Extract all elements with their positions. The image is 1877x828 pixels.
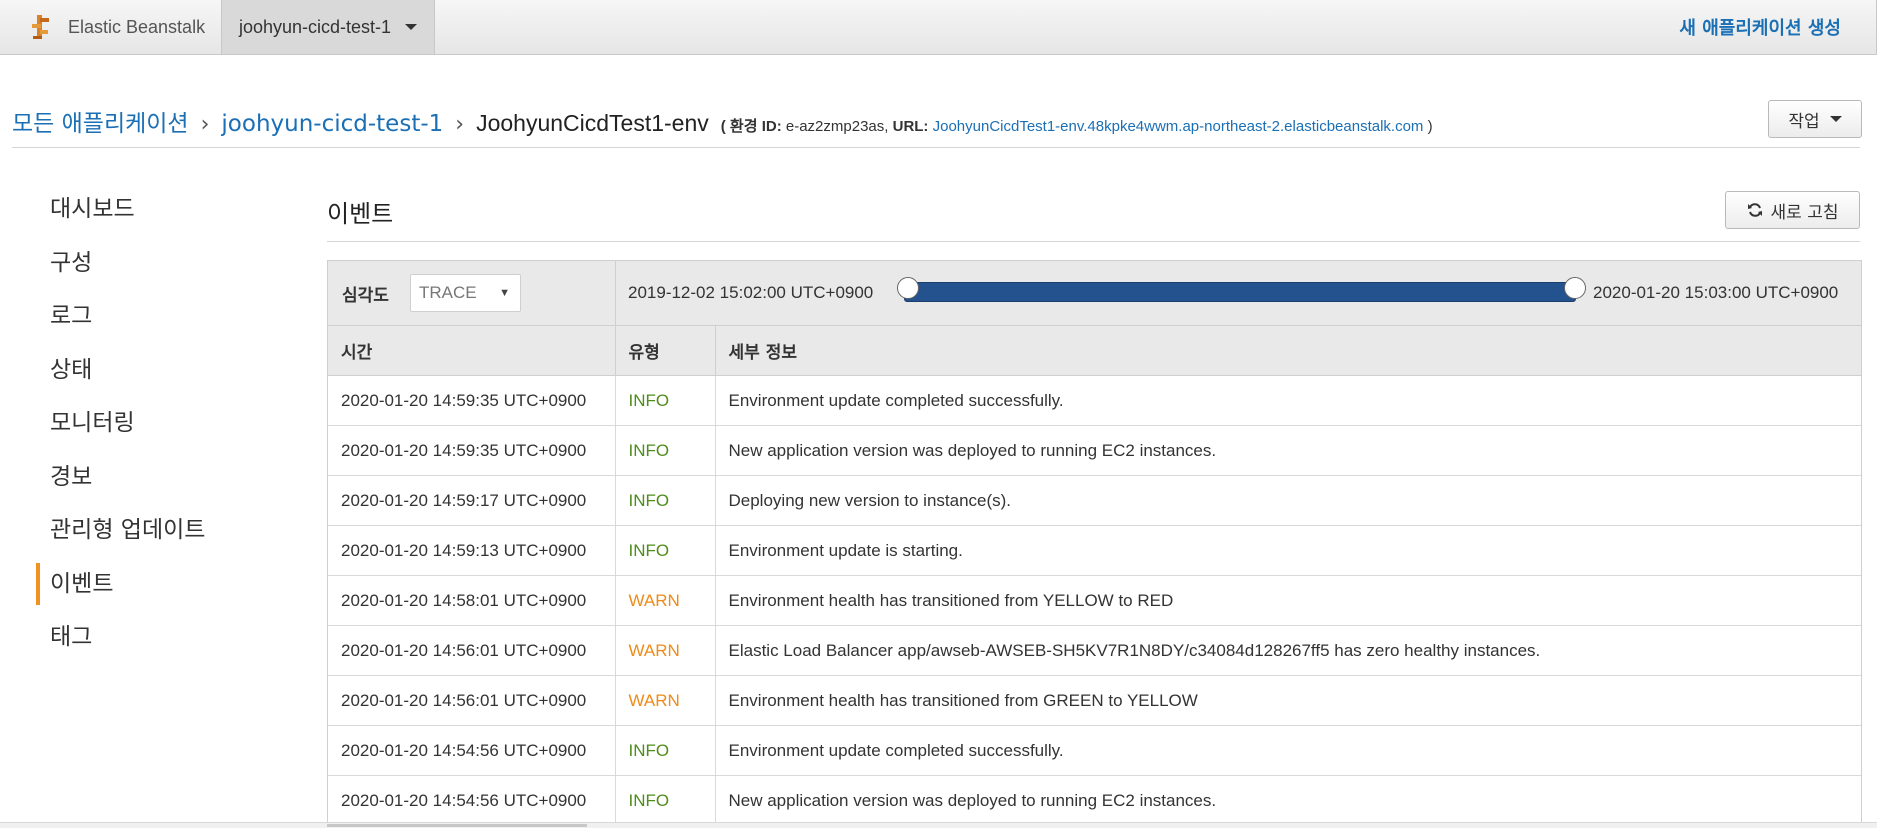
- environment-sidebar: 대시보드 구성 로그 상태 모니터링 경보 관리형 업데이트 이벤트 태그: [36, 188, 296, 670]
- time-range-slider-track[interactable]: [904, 282, 1576, 302]
- event-type: INFO: [615, 375, 716, 426]
- header-divider: [12, 147, 1860, 148]
- brand[interactable]: Elastic Beanstalk: [14, 0, 231, 54]
- table-row: 2020-01-20 14:54:56 UTC+0900 INFO Environm…: [328, 725, 1861, 776]
- events-table-panel: 심각도 TRACE ▼ 2019-12-02 15:02:00 UTC+0900…: [327, 260, 1862, 827]
- dropdown-arrow-icon: ▼: [499, 287, 510, 299]
- section-divider: [327, 241, 1860, 242]
- refresh-icon: [1747, 203, 1762, 217]
- refresh-button-label: 새로 고침: [1770, 202, 1839, 223]
- event-details: Environment update is starting.: [715, 525, 1861, 576]
- sidebar-item-managed-updates[interactable]: 관리형 업데이트: [36, 509, 296, 563]
- breadcrumb-separator: ›: [455, 112, 465, 137]
- events-table-body: 2020-01-20 14:59:35 UTC+0900 INFO Environm…: [328, 375, 1861, 826]
- time-range-end: 2020-01-20 15:03:00 UTC+0900: [1593, 283, 1839, 302]
- application-selector-label: joohyun-cicd-test-1: [238, 16, 392, 37]
- event-time: 2020-01-20 14:56:01 UTC+0900: [328, 625, 616, 676]
- event-details: Environment health has transitioned from…: [715, 675, 1861, 726]
- env-meta-close: ): [1427, 118, 1433, 135]
- sidebar-item-health[interactable]: 상태: [36, 349, 296, 403]
- table-row: 2020-01-20 14:59:35 UTC+0900 INFO Environm…: [328, 375, 1861, 426]
- top-navigation-bar: Elastic Beanstalk joohyun-cicd-test-1 새 …: [0, 0, 1877, 55]
- breadcrumb-environment: JoohyunCicdTest1-env: [476, 110, 709, 136]
- event-time: 2020-01-20 14:59:35 UTC+0900: [328, 425, 616, 476]
- table-row: 2020-01-20 14:59:17 UTC+0900 INFO Deployin…: [328, 475, 1861, 526]
- actions-button-label: 작업: [1788, 111, 1820, 132]
- event-details: Environment health has transitioned from…: [715, 575, 1861, 626]
- url-label: URL:: [892, 118, 929, 135]
- event-time: 2020-01-20 14:56:01 UTC+0900: [328, 675, 616, 726]
- caret-down-icon: [1829, 116, 1842, 122]
- breadcrumb-separator: ›: [200, 112, 210, 137]
- sidebar-item-configuration[interactable]: 구성: [36, 242, 296, 296]
- sidebar-item-monitoring[interactable]: 모니터링: [36, 402, 296, 456]
- event-details: New application version was deployed to …: [715, 775, 1861, 826]
- table-row: 2020-01-20 14:54:56 UTC+0900 INFO New appl…: [328, 775, 1861, 826]
- event-type: WARN: [615, 625, 716, 676]
- event-type: INFO: [615, 475, 716, 526]
- event-details: Elastic Load Balancer app/awseb-AWSEB-SH…: [715, 625, 1861, 676]
- event-time: 2020-01-20 14:58:01 UTC+0900: [328, 575, 616, 626]
- event-type: WARN: [615, 675, 716, 726]
- severity-select-value: TRACE: [419, 283, 477, 302]
- environment-meta: ( 환경 ID: e-az2zmp23as, URL: JoohyunCicdT…: [721, 115, 1433, 136]
- brand-name: Elastic Beanstalk: [68, 16, 206, 37]
- event-details: New application version was deployed to …: [715, 425, 1861, 476]
- event-details: Environment update completed successfull…: [715, 725, 1861, 776]
- column-header-time[interactable]: 시간: [328, 326, 616, 376]
- sidebar-item-events[interactable]: 이벤트: [36, 562, 296, 617]
- breadcrumb: 모든 애플리케이션 › joohyun-cicd-test-1 › Joohyu…: [12, 104, 1433, 138]
- breadcrumb-application[interactable]: joohyun-cicd-test-1: [221, 111, 443, 137]
- severity-label: 심각도: [342, 286, 389, 306]
- horizontal-scrollbar[interactable]: [0, 822, 1877, 828]
- env-id-label: ( 환경 ID:: [720, 118, 782, 135]
- event-time: 2020-01-20 14:59:35 UTC+0900: [328, 375, 616, 426]
- event-type: INFO: [615, 525, 716, 576]
- create-application-link[interactable]: 새 애플리케이션 생성: [1679, 14, 1841, 40]
- event-type: INFO: [615, 775, 716, 826]
- refresh-button[interactable]: 새로 고침: [1725, 191, 1860, 229]
- sidebar-item-alarms[interactable]: 경보: [36, 456, 296, 510]
- time-range-start-handle[interactable]: [897, 277, 919, 299]
- actions-dropdown-button[interactable]: 작업: [1768, 100, 1862, 138]
- events-table: 시간 유형 세부 정보 2020-01-20 14:59:35 UTC+0900…: [328, 326, 1861, 826]
- table-row: 2020-01-20 14:59:13 UTC+0900 INFO Environm…: [328, 525, 1861, 576]
- event-type: INFO: [615, 425, 716, 476]
- sidebar-item-dashboard[interactable]: 대시보드: [36, 188, 296, 242]
- sidebar-item-tags[interactable]: 태그: [36, 616, 296, 670]
- divider: [615, 261, 616, 325]
- event-details: Deploying new version to instance(s).: [715, 475, 1861, 526]
- table-row: 2020-01-20 14:56:01 UTC+0900 WARN Environm…: [328, 675, 1861, 726]
- column-header-type[interactable]: 유형: [615, 326, 716, 376]
- time-range-start: 2019-12-02 15:02:00 UTC+0900: [628, 283, 874, 302]
- environment-url-link[interactable]: JoohyunCicdTest1-env.48kpke4wwm.ap-north…: [933, 118, 1424, 135]
- sidebar-item-logs[interactable]: 로그: [36, 295, 296, 349]
- env-id-value: e-az2zmp23as,: [785, 118, 889, 135]
- event-time: 2020-01-20 14:59:13 UTC+0900: [328, 525, 616, 576]
- page-title: 이벤트: [327, 200, 394, 228]
- application-selector[interactable]: joohyun-cicd-test-1: [221, 0, 435, 54]
- events-filter-row: 심각도 TRACE ▼ 2019-12-02 15:02:00 UTC+0900…: [328, 261, 1861, 326]
- table-header-row: 시간 유형 세부 정보: [328, 326, 1861, 376]
- event-details: Environment update completed successfull…: [715, 375, 1861, 426]
- event-time: 2020-01-20 14:54:56 UTC+0900: [328, 775, 616, 826]
- severity-select[interactable]: TRACE ▼: [410, 274, 521, 312]
- beanstalk-logo-icon: [32, 15, 49, 39]
- column-header-details[interactable]: 세부 정보: [715, 326, 1861, 376]
- table-row: 2020-01-20 14:59:35 UTC+0900 INFO New appl…: [328, 425, 1861, 476]
- table-row: 2020-01-20 14:56:01 UTC+0900 WARN Elastic …: [328, 625, 1861, 676]
- time-range-end-handle[interactable]: [1564, 277, 1586, 299]
- event-time: 2020-01-20 14:54:56 UTC+0900: [328, 725, 616, 776]
- caret-down-icon: [405, 24, 418, 30]
- breadcrumb-all-applications[interactable]: 모든 애플리케이션: [12, 104, 189, 138]
- event-type: INFO: [615, 725, 716, 776]
- event-time: 2020-01-20 14:59:17 UTC+0900: [328, 475, 616, 526]
- event-type: WARN: [615, 575, 716, 626]
- table-row: 2020-01-20 14:58:01 UTC+0900 WARN Environm…: [328, 575, 1861, 626]
